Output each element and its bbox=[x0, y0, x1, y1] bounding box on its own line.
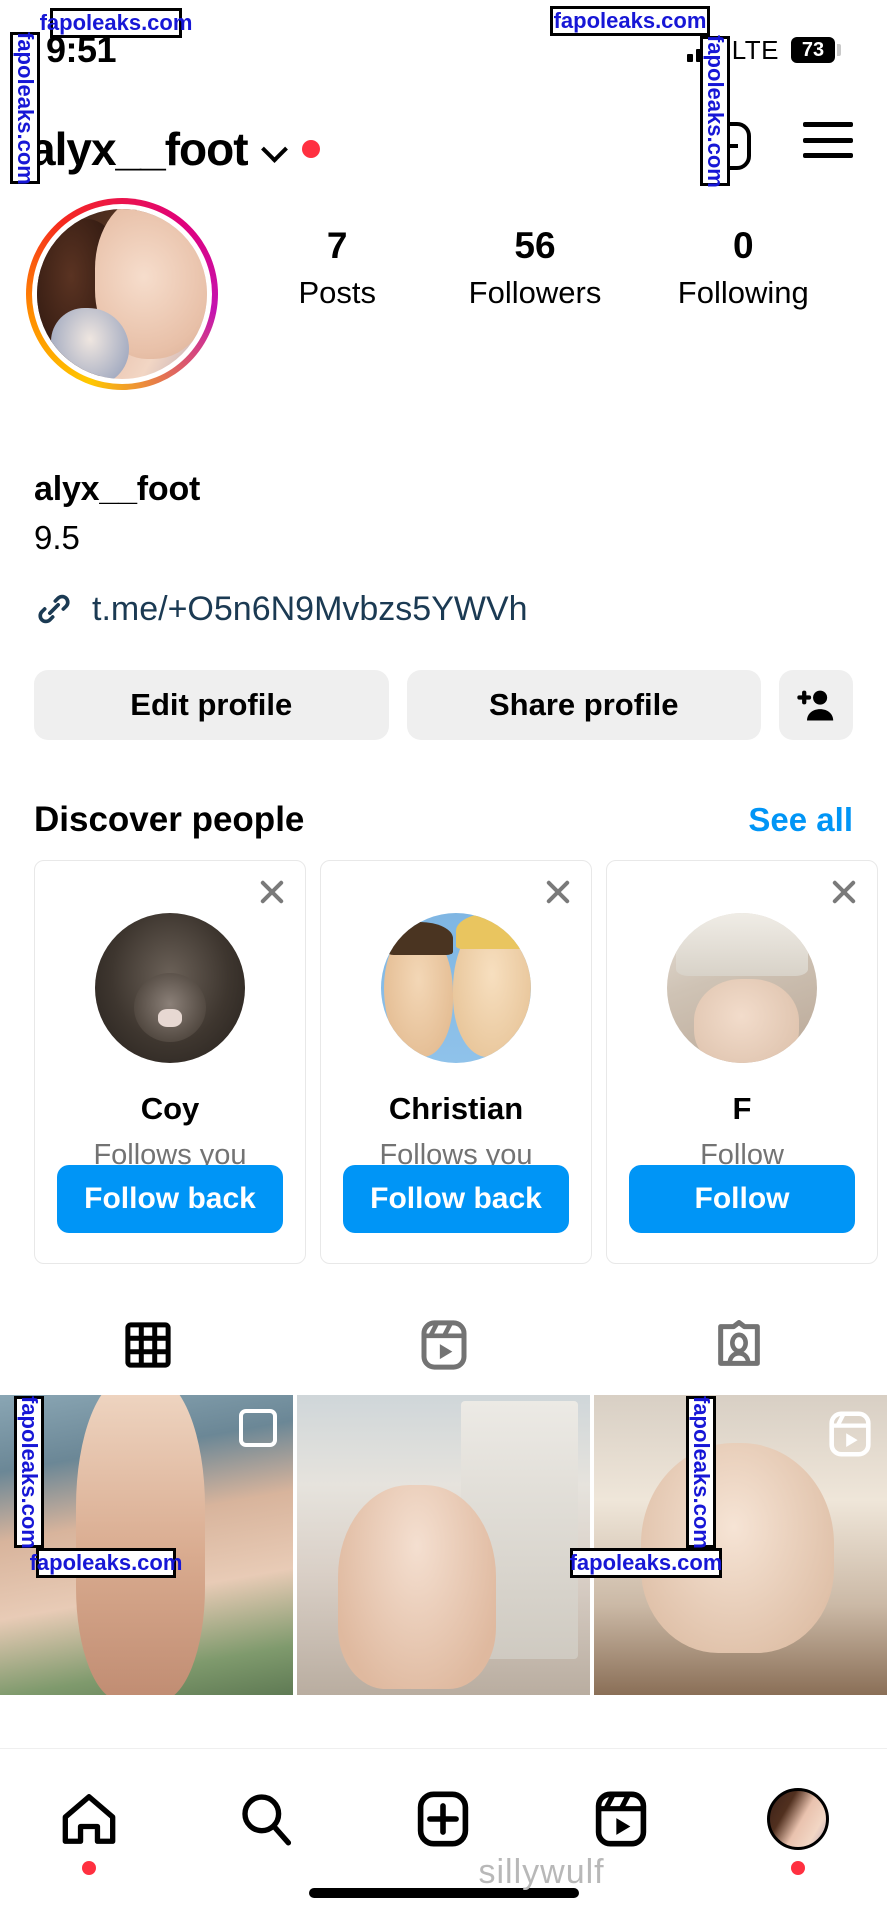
nav-home[interactable] bbox=[34, 1779, 144, 1875]
watermark: fapoleaks.com bbox=[10, 32, 40, 184]
bottom-watermark-text: sillywulf bbox=[478, 1853, 605, 1891]
hamburger-menu-icon bbox=[803, 122, 853, 158]
stat-followers-count: 56 bbox=[514, 225, 556, 266]
stat-posts-count: 7 bbox=[326, 225, 348, 266]
suggestion-name: Christian bbox=[388, 1091, 524, 1126]
suggestion-card[interactable]: Coy Follows you Follow back bbox=[34, 860, 306, 1264]
suggestion-card[interactable]: F Follow Follow bbox=[606, 860, 878, 1264]
see-all-link[interactable]: See all bbox=[748, 801, 853, 839]
nav-profile[interactable] bbox=[743, 1779, 853, 1875]
instagram-profile-screen: 9:51 LTE 73 alyx__foot 7 Posts 56 Follow… bbox=[0, 0, 887, 1920]
follow-back-button[interactable]: Follow back bbox=[57, 1165, 283, 1233]
battery-indicator: 73 bbox=[791, 37, 835, 63]
header-username: alyx__foot bbox=[30, 123, 249, 175]
watermark: fapoleaks.com bbox=[30, 1548, 182, 1578]
profile-top-bar: alyx__foot bbox=[0, 108, 887, 190]
battery-tip-icon bbox=[837, 44, 841, 56]
suggestion-card[interactable]: Christian Follows you Follow back bbox=[320, 860, 592, 1264]
tagged-person-icon bbox=[718, 1320, 761, 1366]
watermark: fapoleaks.com bbox=[40, 8, 192, 38]
menu-button[interactable] bbox=[803, 122, 857, 176]
edit-profile-button[interactable]: Edit profile bbox=[34, 670, 389, 740]
profile-header: 7 Posts 56 Followers 0 Following bbox=[0, 198, 887, 390]
stat-following-label: Following bbox=[677, 274, 809, 310]
stat-following[interactable]: 0 Following bbox=[677, 225, 809, 311]
avatar[interactable] bbox=[667, 913, 817, 1063]
profile-avatar-icon bbox=[767, 1788, 830, 1850]
profile-action-buttons: Edit profile Share profile bbox=[0, 670, 887, 740]
discover-people-button[interactable] bbox=[779, 670, 853, 740]
close-icon[interactable] bbox=[255, 875, 289, 909]
bio-link-row[interactable]: t.me/+O5n6N9Mvbzs5YWVh bbox=[34, 589, 853, 629]
bio-link-text: t.me/+O5n6N9Mvbzs5YWVh bbox=[92, 589, 528, 628]
post-thumbnail[interactable] bbox=[594, 1395, 887, 1695]
close-icon[interactable] bbox=[541, 875, 575, 909]
display-name: alyx__foot bbox=[34, 470, 201, 508]
tab-tagged[interactable] bbox=[591, 1320, 887, 1370]
home-icon bbox=[62, 1794, 116, 1844]
stat-followers-label: Followers bbox=[468, 274, 602, 310]
stat-following-count: 0 bbox=[732, 225, 754, 266]
watermark: fapoleaks.com bbox=[570, 1548, 722, 1578]
suggestion-name: Coy bbox=[140, 1091, 200, 1126]
nav-search[interactable] bbox=[211, 1779, 321, 1859]
stat-followers[interactable]: 56 Followers bbox=[468, 225, 602, 311]
chevron-down-icon[interactable] bbox=[262, 136, 288, 162]
avatar[interactable] bbox=[95, 913, 245, 1063]
avatar[interactable] bbox=[381, 913, 531, 1063]
content-tabs bbox=[0, 1295, 887, 1395]
person-add-icon bbox=[797, 690, 834, 721]
follow-back-button[interactable]: Follow bbox=[629, 1165, 855, 1233]
network-type-label: LTE bbox=[731, 34, 779, 65]
stat-posts-label: Posts bbox=[298, 274, 376, 310]
tab-grid[interactable] bbox=[0, 1322, 296, 1368]
red-dot-indicator bbox=[81, 1861, 96, 1875]
bio-text: 9.5 bbox=[34, 519, 80, 556]
suggestion-name: F bbox=[732, 1091, 752, 1126]
share-profile-button[interactable]: Share profile bbox=[406, 670, 761, 740]
nav-reels[interactable] bbox=[566, 1779, 676, 1859]
watermark: fapoleaks.com bbox=[14, 1396, 44, 1548]
reels-icon bbox=[595, 1791, 647, 1847]
profile-avatar-story-ring[interactable] bbox=[26, 198, 218, 390]
avatar-inner-border bbox=[32, 204, 212, 384]
discover-people-title: Discover people bbox=[34, 800, 305, 839]
red-dot-indicator bbox=[301, 140, 320, 158]
multi-photo-icon bbox=[239, 1409, 277, 1447]
post-thumbnail[interactable] bbox=[297, 1395, 590, 1695]
nav-create[interactable] bbox=[388, 1779, 498, 1859]
reels-icon bbox=[829, 1411, 871, 1457]
avatar bbox=[37, 209, 207, 379]
account-switcher[interactable]: alyx__foot bbox=[30, 122, 703, 176]
discover-people-header: Discover people See all bbox=[0, 800, 887, 840]
profile-stats: 7 Posts 56 Followers 0 Following bbox=[218, 198, 861, 311]
link-chain-icon bbox=[34, 589, 74, 629]
grid-icon bbox=[125, 1322, 171, 1368]
tab-reels[interactable] bbox=[296, 1320, 592, 1370]
reels-icon bbox=[420, 1320, 467, 1370]
create-plus-icon bbox=[418, 1791, 469, 1847]
profile-bio-section: alyx__foot 9.5 t.me/+O5n6N9Mvbzs5YWVh bbox=[0, 470, 887, 629]
stat-posts[interactable]: 7 Posts bbox=[282, 225, 392, 311]
discover-people-carousel[interactable]: Coy Follows you Follow back Christian Fo… bbox=[0, 860, 887, 1270]
red-dot-indicator bbox=[791, 1861, 806, 1875]
posts-grid bbox=[0, 1395, 887, 1695]
search-icon bbox=[242, 1794, 292, 1846]
watermark: fapoleaks.com bbox=[550, 6, 710, 36]
close-icon[interactable] bbox=[827, 875, 861, 909]
watermark: fapoleaks.com bbox=[700, 35, 730, 187]
follow-back-button[interactable]: Follow back bbox=[343, 1165, 569, 1233]
watermark: fapoleaks.com bbox=[686, 1396, 716, 1548]
